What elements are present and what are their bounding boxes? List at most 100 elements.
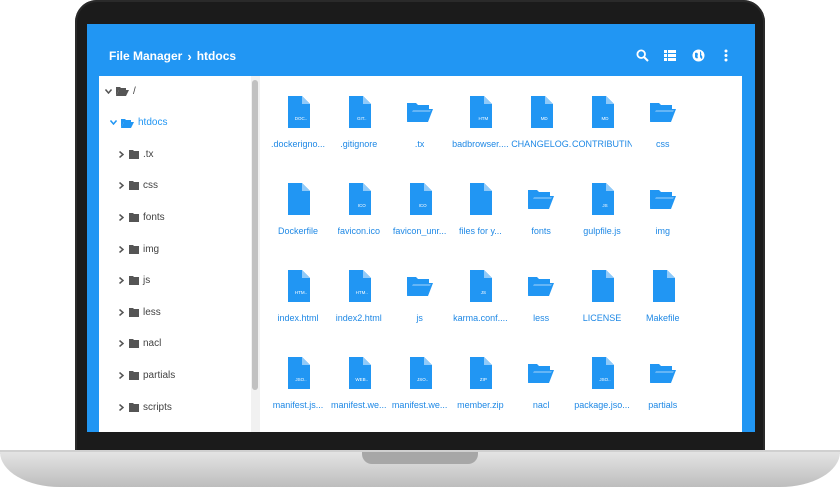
file-item[interactable]: DOC.. .dockerigno... <box>268 96 328 156</box>
chevron-down-icon[interactable] <box>109 119 117 127</box>
tree-item[interactable]: htdocs <box>109 116 167 130</box>
breadcrumb-root[interactable]: File Manager <box>109 49 182 63</box>
file-type-label: HTM.. <box>294 290 308 295</box>
folder-icon <box>129 212 139 222</box>
folder-item[interactable]: js <box>390 270 450 330</box>
search-icon[interactable] <box>634 47 650 63</box>
tree-item-label: partials <box>143 369 176 381</box>
breadcrumb-current[interactable]: htdocs <box>197 49 236 63</box>
folder-icon <box>129 244 139 254</box>
tree-item-label: img <box>143 243 160 255</box>
folder-icon <box>129 370 139 380</box>
file-name: index.html <box>277 313 319 323</box>
tree-item-label: js <box>143 275 151 287</box>
tree-item[interactable]: nacl <box>117 337 161 351</box>
folder-item[interactable]: partials <box>633 357 693 417</box>
file-item[interactable]: MD CONTRIBUTIN.. <box>572 96 632 156</box>
file-name: Makefile <box>646 313 680 323</box>
file-name: .dockerigno... <box>270 139 326 149</box>
file-name: fonts <box>531 226 551 236</box>
folder-item[interactable]: less <box>511 270 571 330</box>
file-item[interactable]: ICO favicon.ico <box>329 183 389 243</box>
file-item[interactable]: ICO favicon_unr... <box>390 183 450 243</box>
chevron-right-icon[interactable] <box>117 182 125 190</box>
file-item[interactable]: Makefile <box>633 270 693 330</box>
file-icon: MD <box>527 96 555 128</box>
file-icon: JS <box>588 183 616 215</box>
list-view-icon[interactable] <box>662 47 678 63</box>
file-type-label: JS <box>602 203 608 208</box>
chevron-right-icon[interactable] <box>117 371 125 379</box>
chevron-right-icon[interactable] <box>117 308 125 316</box>
file-icon: JSO.. <box>588 357 616 389</box>
tree-item[interactable]: js <box>117 274 150 288</box>
sidebar-scrollbar-thumb[interactable] <box>252 80 258 390</box>
file-name: manifest.we... <box>391 400 448 410</box>
file-name: badbrowser.... <box>452 139 509 149</box>
file-icon: HTM <box>466 96 494 128</box>
file-item[interactable]: JS karma.conf.... <box>450 270 510 330</box>
folder-icon <box>129 339 139 349</box>
file-item[interactable]: MD CHANGELOG.m <box>511 96 571 156</box>
file-name: .gitignore <box>340 139 378 149</box>
file-name: less <box>533 313 550 323</box>
file-item[interactable]: ZIP member.zip <box>450 357 510 417</box>
file-name: manifest.we... <box>331 400 387 410</box>
file-icon: ICO <box>345 183 373 215</box>
file-type-label: ICO <box>357 203 366 208</box>
file-item[interactable]: JSO.. package.jso... <box>572 357 632 417</box>
file-name: Dockerfile <box>277 226 318 236</box>
more-vert-icon[interactable] <box>718 47 734 63</box>
chevron-down-icon[interactable] <box>104 87 112 95</box>
tree-item[interactable]: scripts <box>117 400 172 414</box>
folder-icon <box>129 181 139 191</box>
folder-item[interactable]: .tx <box>390 96 450 156</box>
folder-item[interactable]: img <box>633 183 693 243</box>
file-type-label: JSO.. <box>599 377 611 382</box>
file-item[interactable]: files for y... <box>450 183 510 243</box>
file-name: favicon_unr... <box>392 226 447 236</box>
file-name: CONTRIBUTIN.. <box>572 139 632 149</box>
file-type-label: HTM.. <box>355 290 368 295</box>
tree-item[interactable]: partials <box>117 368 175 382</box>
chevron-right-icon[interactable] <box>117 277 125 285</box>
chevron-right-icon[interactable] <box>117 403 125 411</box>
file-icon: JSO.. <box>284 357 312 389</box>
folder-icon <box>649 357 677 389</box>
globe-icon[interactable] <box>690 47 706 63</box>
file-item[interactable]: JS gulpfile.js <box>572 183 632 243</box>
file-icon: JSO.. <box>406 357 434 389</box>
file-item[interactable]: JSO.. manifest.js... <box>268 357 328 417</box>
file-item[interactable]: GIT.. .gitignore <box>329 96 389 156</box>
folder-icon <box>129 276 139 286</box>
folder-item[interactable]: nacl <box>511 357 571 417</box>
file-item[interactable]: HTM.. index.html <box>268 270 328 330</box>
file-item[interactable]: HTM.. index2.html <box>329 270 389 330</box>
chevron-right-icon[interactable] <box>117 213 125 221</box>
tree-item[interactable]: less <box>117 305 161 319</box>
folder-item[interactable]: css <box>633 96 693 156</box>
file-icon <box>649 270 677 302</box>
tree-item[interactable]: img <box>117 242 159 256</box>
tree-item[interactable]: css <box>117 179 158 193</box>
chevron-right-icon[interactable] <box>117 245 125 253</box>
laptop-screen: File Manager › htdocs / htdocs .tx css fo <box>87 24 755 432</box>
file-item[interactable]: JSO.. manifest.we... <box>390 357 450 417</box>
chevron-right-icon[interactable] <box>117 150 125 158</box>
tree-item[interactable]: .tx <box>117 147 154 161</box>
file-item[interactable]: Dockerfile <box>268 183 328 243</box>
tree-item-label: nacl <box>143 338 162 350</box>
file-item[interactable]: LICENSE <box>572 270 632 330</box>
file-icon: HTM.. <box>345 270 373 302</box>
folder-icon <box>129 402 139 412</box>
file-name: karma.conf.... <box>453 313 508 323</box>
file-icon: JS <box>466 270 494 302</box>
tree-item[interactable]: / <box>104 84 136 98</box>
folder-item[interactable]: fonts <box>511 183 571 243</box>
appbar-actions <box>634 47 734 63</box>
file-item[interactable]: WEB.. manifest.we... <box>329 357 389 417</box>
chevron-right-icon[interactable] <box>117 340 125 348</box>
file-item[interactable]: HTM badbrowser.... <box>450 96 510 156</box>
file-name: gulpfile.js <box>583 226 621 236</box>
tree-item[interactable]: fonts <box>117 210 165 224</box>
